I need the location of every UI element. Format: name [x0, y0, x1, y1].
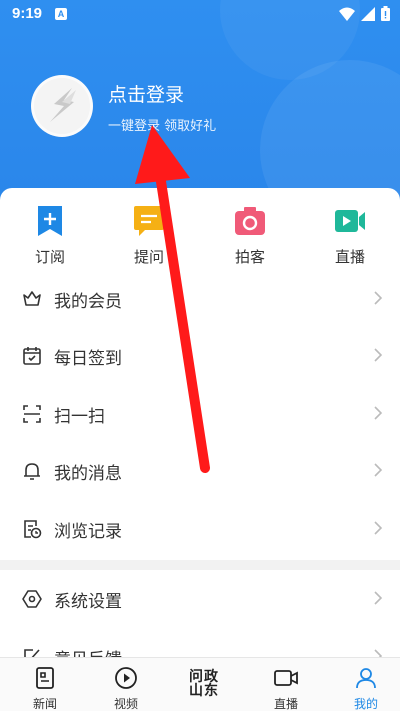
chevron-right-icon [374, 463, 383, 477]
menu-item-label: 扫一扫 [54, 407, 105, 427]
menu-item-membership[interactable]: 我的会员 [0, 270, 400, 326]
chevron-right-icon [374, 291, 383, 305]
tab-news[interactable]: 新闻 [5, 658, 85, 711]
menu-item-settings[interactable]: 系统设置 [0, 570, 400, 626]
tab-label: 新闻 [32, 697, 57, 711]
bottom-tab-bar: 新闻 视频 问政山东 直播 我的 [0, 657, 400, 711]
menu-item-scan[interactable]: 扫一扫 [0, 385, 400, 441]
settings-icon [22, 590, 42, 608]
crown-icon [23, 291, 41, 306]
signal-icon [361, 6, 375, 21]
tab-video[interactable]: 视频 [86, 658, 166, 711]
menu-item-checkin[interactable]: 每日签到 [0, 327, 400, 383]
quick-subscribe-label: 订阅 [34, 248, 65, 266]
quick-subscribe[interactable]: 订阅 [20, 206, 80, 267]
tab-brand[interactable]: 问政山东 [164, 658, 244, 711]
live-tab-icon [274, 670, 298, 686]
chevron-right-icon [374, 521, 383, 535]
chevron-right-icon [374, 348, 383, 362]
subscribe-icon [38, 206, 62, 236]
profile-icon [356, 668, 376, 689]
calendar-icon [23, 347, 41, 365]
menu-item-history[interactable]: 浏览记录 [0, 500, 400, 556]
avatar[interactable] [31, 75, 93, 137]
bell-icon [24, 463, 40, 480]
content-panel: 订阅 提问 拍客 直播 我的会员 每日签到 扫一扫 我的消息 浏览记录 系统设置 [0, 188, 400, 670]
menu-item-messages[interactable]: 我的消息 [0, 442, 400, 498]
live-icon [335, 210, 365, 232]
default-avatar-icon [50, 88, 76, 122]
tab-profile[interactable]: 我的 [326, 658, 400, 711]
profile-header: 9:19 A 点击登录 一键登录 领取好礼 [0, 0, 400, 210]
menu-item-label: 我的会员 [54, 292, 122, 312]
scan-icon [23, 405, 41, 423]
wifi-icon [339, 7, 355, 21]
camera-icon [235, 207, 265, 235]
chevron-right-icon [374, 591, 383, 605]
battery-icon [381, 6, 390, 21]
news-icon [36, 667, 54, 689]
status-time: 9:19 [12, 5, 43, 22]
tab-live[interactable]: 直播 [246, 658, 326, 711]
quick-live-label: 直播 [334, 248, 365, 266]
chevron-right-icon [374, 406, 383, 420]
question-icon [134, 206, 164, 236]
quick-actions: 订阅 提问 拍客 直播 [0, 206, 400, 276]
menu-item-label: 每日签到 [54, 349, 122, 369]
brand-logo: 问政山东 [164, 670, 244, 698]
notification-badge: A [55, 8, 67, 20]
status-bar: 9:19 A [0, 0, 400, 28]
login-title[interactable]: 点击登录 [108, 80, 184, 107]
menu-item-label: 浏览记录 [54, 522, 122, 542]
tab-label: 直播 [273, 697, 298, 711]
brand-text: 问政山东 [189, 669, 219, 699]
quick-question[interactable]: 提问 [119, 206, 179, 267]
video-icon [115, 667, 137, 689]
tab-label: 视频 [113, 697, 138, 711]
history-icon [24, 520, 42, 539]
quick-question-label: 提问 [133, 248, 164, 266]
login-subtitle[interactable]: 一键登录 领取好礼 [108, 115, 216, 134]
quick-live[interactable]: 直播 [320, 206, 380, 267]
tab-label: 我的 [353, 697, 378, 711]
quick-camera[interactable]: 拍客 [220, 206, 280, 267]
menu-item-label: 系统设置 [54, 592, 122, 612]
menu-item-label: 我的消息 [54, 464, 122, 484]
quick-camera-label: 拍客 [234, 248, 265, 266]
section-divider [0, 560, 400, 570]
